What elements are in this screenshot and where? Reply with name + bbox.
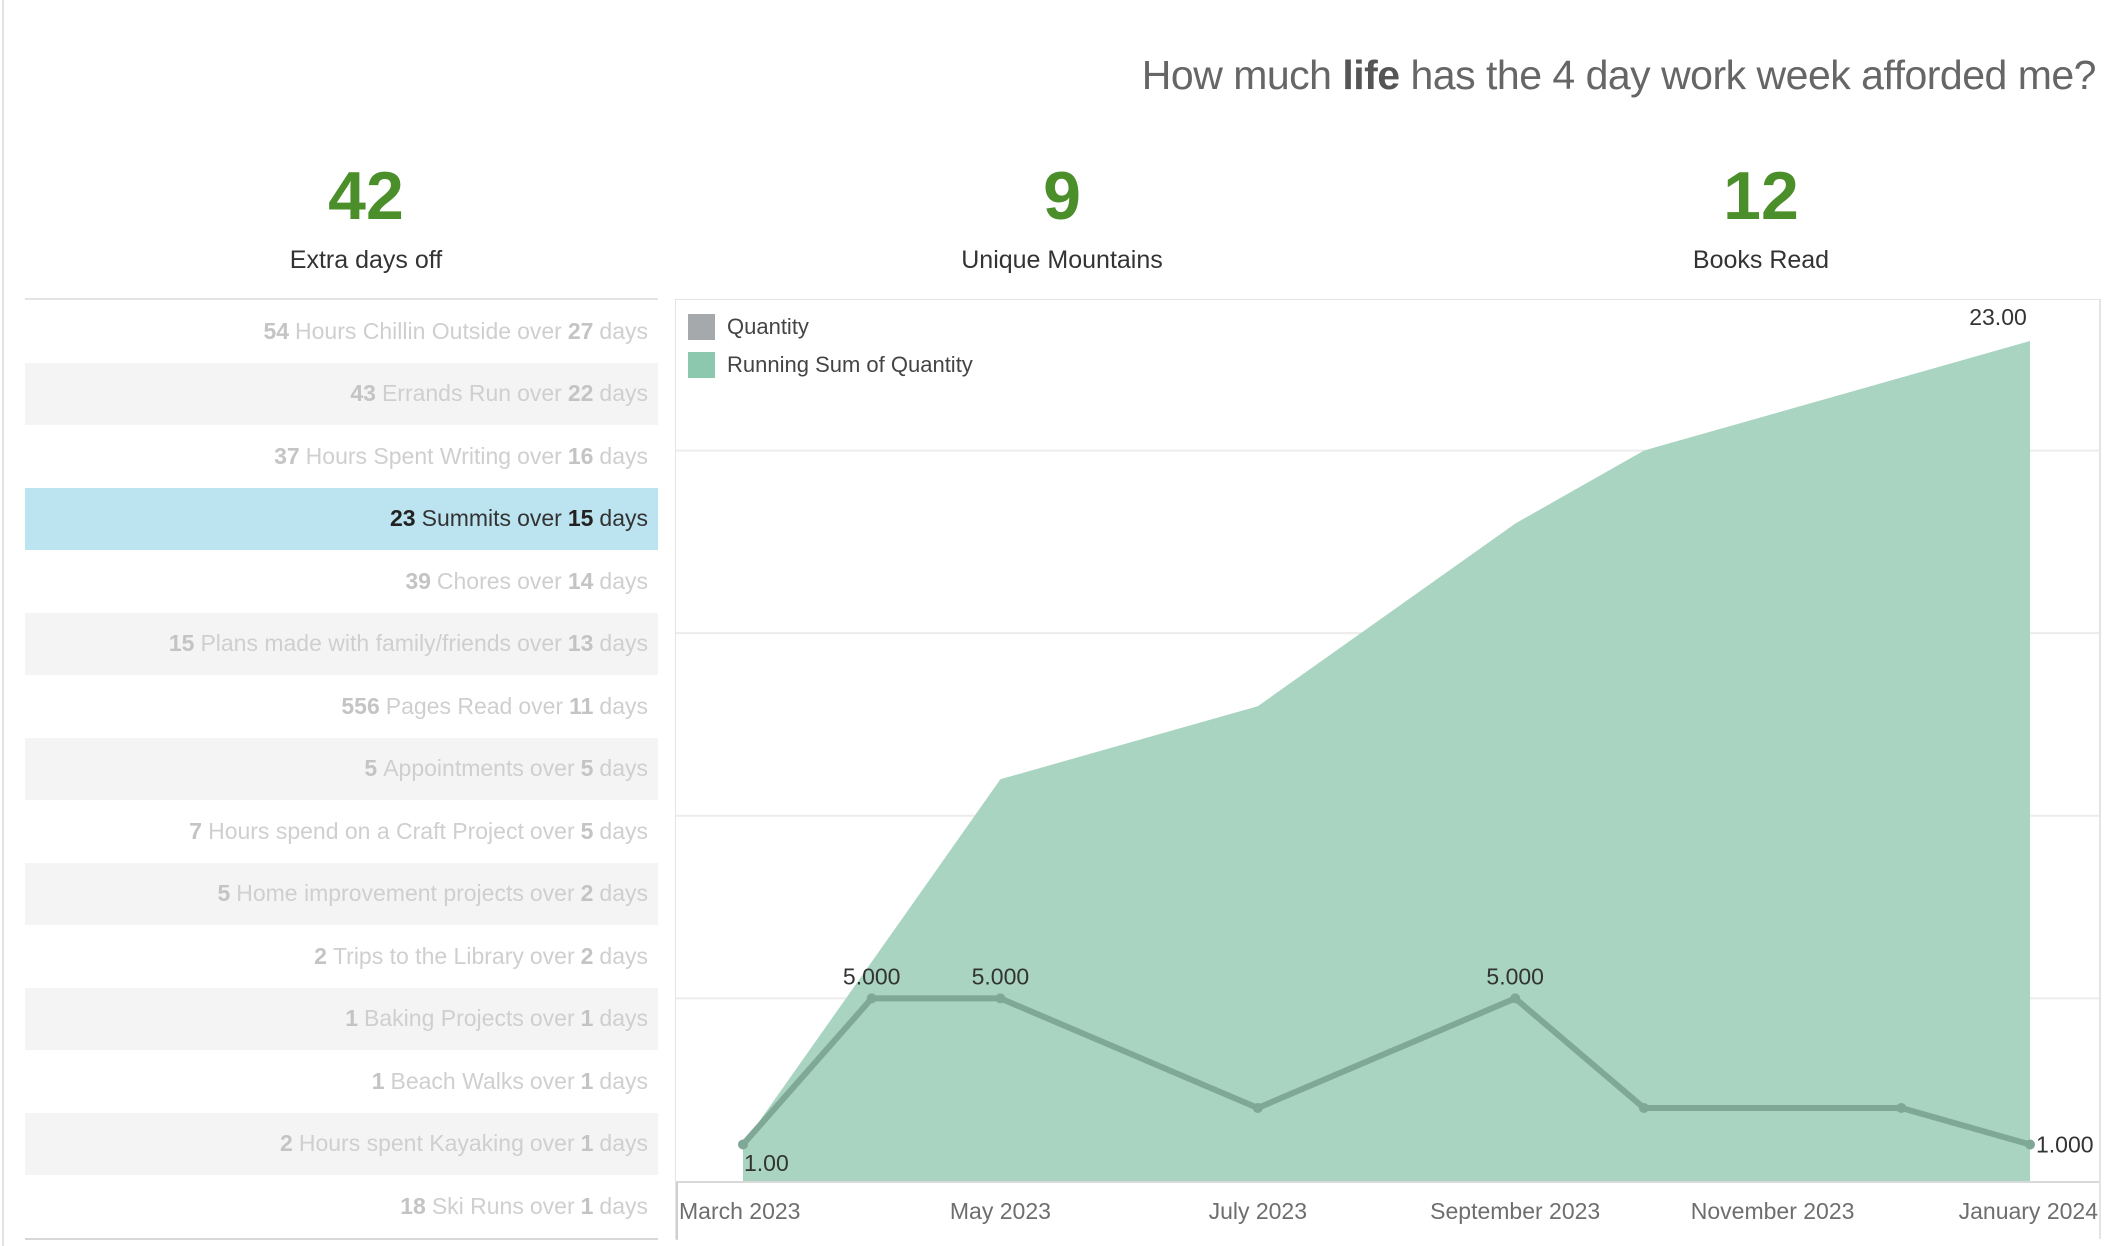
data-label: 5.000	[972, 963, 1030, 989]
quantity-point	[1896, 1102, 1907, 1113]
x-tick-label: July 2023	[1209, 1198, 1307, 1224]
quantity-point	[1252, 1102, 1263, 1113]
x-tick-label: September 2023	[1430, 1198, 1600, 1224]
data-label: 1.000	[2036, 1131, 2094, 1157]
legend-swatch-running-sum	[688, 352, 715, 378]
legend-item-quantity[interactable]: Quantity	[688, 314, 809, 340]
quantity-point	[738, 1139, 748, 1150]
quantity-point	[1638, 1102, 1649, 1113]
x-tick-label: January 2024	[1959, 1198, 2099, 1224]
data-label: 5.000	[843, 963, 901, 989]
legend-label: Quantity	[727, 314, 809, 339]
quantity-point	[995, 993, 1006, 1004]
data-label: 5.000	[1486, 963, 1544, 989]
legend-item-running-sum[interactable]: Running Sum of Quantity	[688, 352, 973, 378]
quantity-point	[2025, 1139, 2035, 1150]
data-label: 1.00	[744, 1150, 789, 1176]
x-tick-label: March 2023	[679, 1198, 800, 1224]
legend-label: Running Sum of Quantity	[727, 352, 973, 377]
quantity-point	[866, 993, 877, 1004]
data-label: 23.00	[1969, 304, 2027, 330]
running-sum-chart: March 2023 May 2023 July 2023 September 202…	[676, 304, 2099, 1240]
x-tick-label: November 2023	[1691, 1198, 1855, 1224]
legend-swatch-quantity	[688, 314, 715, 340]
quantity-point	[1510, 993, 1521, 1004]
x-tick-label: May 2023	[950, 1198, 1051, 1224]
